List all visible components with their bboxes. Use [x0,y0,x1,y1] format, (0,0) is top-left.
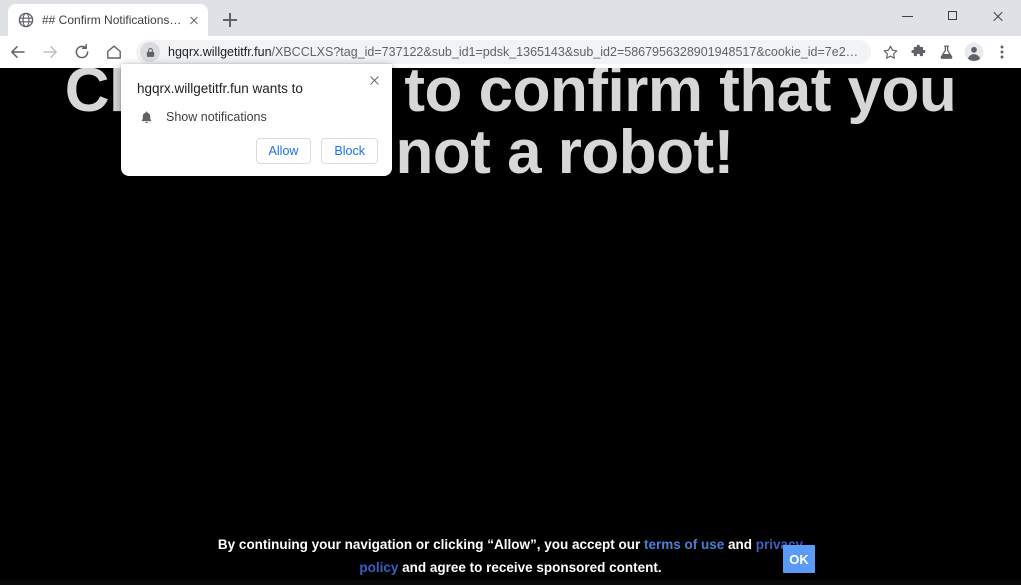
three-dot-menu-icon [1000,45,1004,59]
window-controls [886,0,1021,32]
url-text: hgqrx.willgetitfr.fun/XBCCLXS?tag_id=737… [168,44,865,60]
bell-icon [137,108,155,126]
flask-icon [940,45,952,59]
url-host: hgqrx.willgetitfr.fun [168,45,272,59]
experiments-button[interactable] [933,39,959,65]
profile-avatar-icon [964,42,984,62]
consent-middle: and [724,537,756,552]
permission-label: Show notifications [166,110,267,124]
forward-button[interactable] [36,38,64,66]
window-maximize-button[interactable] [931,0,976,32]
window-minimize-button[interactable] [886,0,931,32]
tab-strip: ## Confirm Notifications ## [0,0,1021,36]
permission-row: Show notifications [137,108,267,126]
tab-close-icon[interactable] [186,12,202,28]
back-button[interactable] [4,38,32,66]
home-icon [107,45,121,59]
forward-arrow-icon [43,46,57,58]
consent-text: By continuing your navigation or clickin… [211,533,811,579]
ok-button[interactable]: OK [783,545,815,573]
browser-chrome: ## Confirm Notifications ## hgqrx.willge… [0,0,1021,68]
browser-window: Click Allow to confirm that you are not … [0,0,1021,585]
allow-button[interactable]: Allow [255,138,312,164]
notification-permission-dialog: hgqrx.willgetitfr.fun wants to Show noti… [121,64,392,176]
tab-confirm-notifications[interactable]: ## Confirm Notifications ## [8,4,208,36]
consent-bar: By continuing your navigation or clickin… [0,533,1021,579]
extensions-button[interactable] [905,39,931,65]
lock-icon [146,47,154,57]
url-path: /XBCCLXS?tag_id=737122&sub_id1=pdsk_1365… [271,45,865,59]
browser-menu-button[interactable] [989,39,1015,65]
home-button[interactable] [100,38,128,66]
window-close-button[interactable] [976,0,1021,32]
tab-title: ## Confirm Notifications ## [42,13,182,27]
consent-suffix: and agree to receive sponsored content. [398,560,662,575]
new-tab-button[interactable] [218,8,242,32]
star-icon [883,45,897,59]
puzzle-piece-icon [910,44,925,56]
dialog-close-icon[interactable] [364,71,384,91]
reload-button[interactable] [68,38,96,66]
profile-button[interactable] [961,39,987,65]
reload-icon [75,43,89,59]
globe-icon [18,12,34,28]
page-bottom-edge [0,580,1021,585]
back-arrow-icon [11,46,25,58]
bookmark-button[interactable] [877,39,903,65]
dialog-actions: Allow Block [255,138,378,164]
site-info-button[interactable] [140,42,160,62]
address-bar[interactable]: hgqrx.willgetitfr.fun/XBCCLXS?tag_id=737… [136,40,871,64]
consent-prefix: By continuing your navigation or clickin… [217,537,644,552]
terms-of-use-link[interactable]: terms of use [644,537,724,552]
block-button[interactable]: Block [321,138,378,164]
dialog-title: hgqrx.willgetitfr.fun wants to [137,81,303,96]
